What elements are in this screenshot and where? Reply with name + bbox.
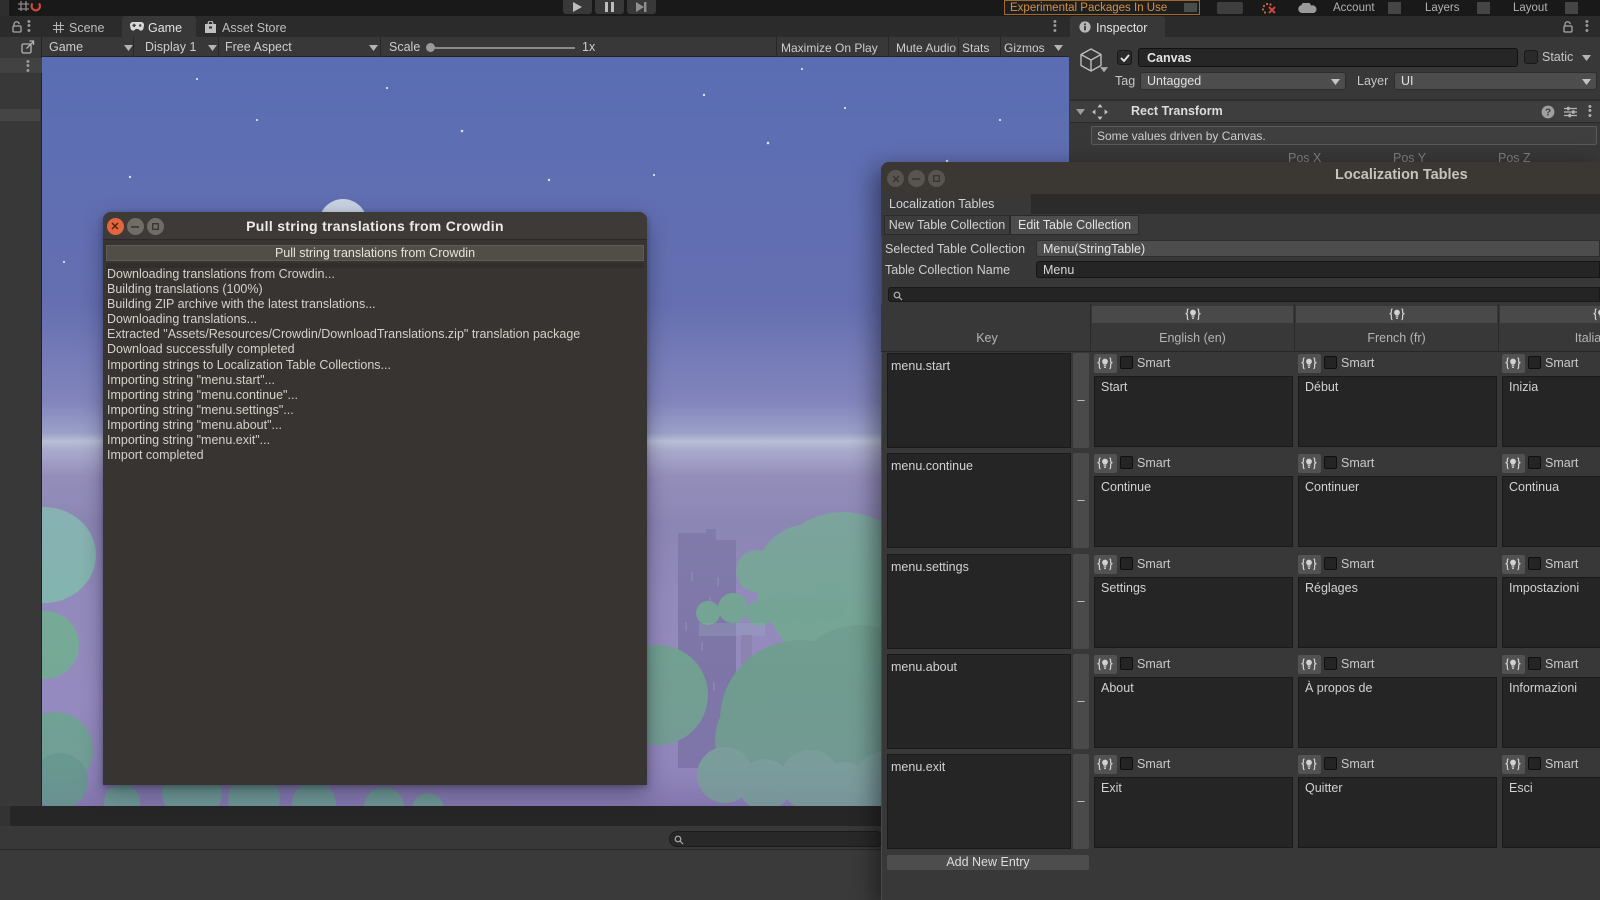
svg-text:?: ?	[1545, 107, 1551, 118]
